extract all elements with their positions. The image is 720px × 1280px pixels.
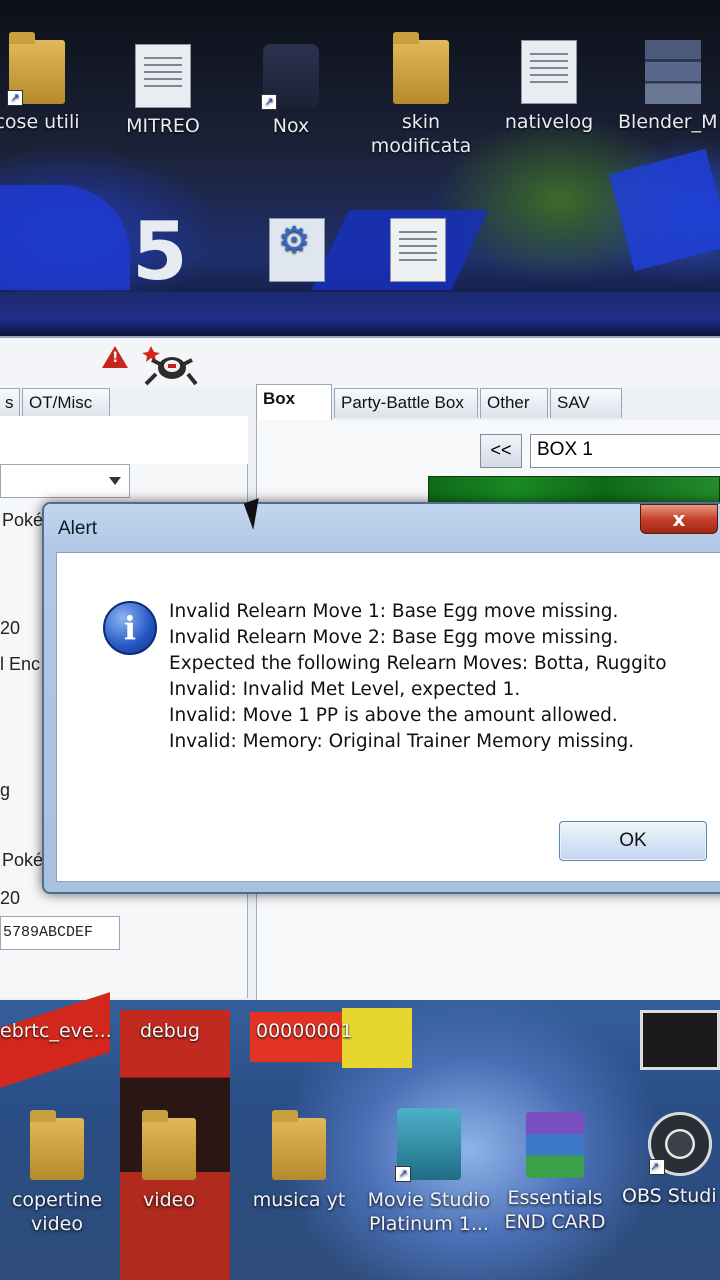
field-label-fragment: Poké xyxy=(2,510,44,530)
film-strip-icon: ↗ xyxy=(395,1108,461,1182)
photo-of-monitor: 5 ↗ cose utili MITREO ↗ Nox skin modific… xyxy=(0,0,720,1280)
desktop-icon-mitreo[interactable]: MITREO xyxy=(108,44,218,138)
document-icon xyxy=(521,40,577,104)
desktop-icon-skin-modificata[interactable]: skin modificata xyxy=(366,32,476,158)
folder-icon xyxy=(142,1110,196,1180)
folder-icon xyxy=(272,1110,326,1180)
app-header: ! xyxy=(0,338,720,388)
gear-icon xyxy=(269,218,325,282)
field-value-fragment: 20 xyxy=(0,618,21,638)
desktop-icon-label: OBS Studi xyxy=(622,1185,717,1207)
archive-stack-icon xyxy=(645,40,701,104)
desktop-file-label[interactable]: 00000001 xyxy=(256,1020,353,1042)
folder-icon: ↗ xyxy=(7,32,65,106)
desktop-icon-settings-file[interactable] xyxy=(262,218,332,288)
desktop-icon-label: cose utili xyxy=(0,111,80,133)
desktop-icon-label: video xyxy=(143,1189,195,1211)
folder-icon xyxy=(30,1110,84,1180)
message-line: Invalid: Invalid Met Level, expected 1. xyxy=(169,679,521,700)
chevron-down-icon xyxy=(109,477,121,485)
document-icon xyxy=(135,44,191,108)
folder-icon xyxy=(393,32,449,104)
dialog-body: i Invalid Relearn Move 1: Base Egg move … xyxy=(56,552,720,882)
window-title-strip xyxy=(0,292,720,336)
desktop-file-label[interactable]: debug xyxy=(140,1020,200,1042)
field-label-fragment: Poké xyxy=(2,850,44,870)
species-dropdown[interactable] xyxy=(0,464,130,498)
shortcut-arrow-icon: ↗ xyxy=(261,94,277,110)
dialog-title: Alert xyxy=(58,518,98,539)
desktop-icon-label: Movie Studio Platinum 1... xyxy=(367,1189,491,1235)
ok-button[interactable]: OK xyxy=(559,821,707,861)
wallpaper-number: 5 xyxy=(132,205,188,298)
desktop-icon-movie-studio[interactable]: ↗ Movie Studio Platinum 1... xyxy=(364,1108,494,1236)
desktop-file-label[interactable]: ebrtc_eve... xyxy=(0,1020,112,1042)
desktop-icon-label: Nox xyxy=(272,115,310,137)
warning-icon[interactable]: ! xyxy=(102,346,128,368)
hex-value-field[interactable]: 5789ABCDEF xyxy=(0,916,120,950)
field-label-fragment: l Enc xyxy=(0,654,41,674)
desktop-icon-obs-studio[interactable]: ↗ OBS Studi xyxy=(622,1112,720,1208)
close-button[interactable]: x xyxy=(640,504,718,534)
desktop-icon-cose-utili[interactable]: ↗ cose utili xyxy=(0,32,92,134)
obs-app-icon: ↗ xyxy=(648,1112,712,1176)
desktop-icon-video[interactable]: video xyxy=(104,1110,234,1212)
desktop-icon-label: Essentials END CARD xyxy=(504,1187,606,1233)
info-icon: i xyxy=(103,601,157,655)
wallpaper-shape xyxy=(640,1010,720,1070)
box-previous-button[interactable]: << xyxy=(480,434,522,468)
shortcut-arrow-icon: ↗ xyxy=(649,1159,665,1175)
desktop-icon-nativelog[interactable]: nativelog xyxy=(494,40,604,134)
shortcut-arrow-icon: ↗ xyxy=(395,1166,411,1182)
box-selector[interactable]: BOX 1 xyxy=(530,434,720,468)
desktop-icon-label: nativelog xyxy=(504,111,594,133)
tab-box[interactable]: Box xyxy=(256,384,332,420)
desktop-icon-musica-yt[interactable]: musica yt xyxy=(234,1110,364,1212)
message-line: Invalid: Memory: Original Trainer Memory… xyxy=(169,731,635,752)
archive-icon xyxy=(526,1112,584,1178)
tab-partial-s[interactable]: s xyxy=(0,388,20,418)
alert-dialog: Alert x i Invalid Relearn Move 1: Base E… xyxy=(42,502,720,894)
tab-other[interactable]: Other xyxy=(480,388,548,418)
tab-sav[interactable]: SAV xyxy=(550,388,622,418)
message-line: Invalid Relearn Move 1: Base Egg move mi… xyxy=(169,601,619,622)
desktop-icon-label: skin modificata xyxy=(370,111,472,157)
desktop-icon-label: copertine video xyxy=(11,1189,103,1235)
desktop-icon-blank-file[interactable] xyxy=(378,218,458,288)
shortcut-arrow-icon: ↗ xyxy=(7,90,23,106)
nox-app-icon: ↗ xyxy=(261,44,319,110)
document-icon xyxy=(390,218,446,282)
validation-messages: Invalid Relearn Move 1: Base Egg move mi… xyxy=(169,599,719,755)
desktop-icon-label: MITREO xyxy=(126,115,200,137)
field-label-fragment: g xyxy=(0,780,11,800)
message-line: Invalid: Move 1 PP is above the amount a… xyxy=(169,705,618,726)
desktop-icon-label: musica yt xyxy=(252,1189,346,1211)
message-line: Expected the following Relearn Moves: Bo… xyxy=(169,653,667,674)
desktop-icon-blender[interactable]: Blender_M xyxy=(618,40,720,134)
field-value-fragment: 20 xyxy=(0,888,21,908)
tab-ot-misc[interactable]: OT/Misc xyxy=(22,388,110,418)
desktop-icon-nox[interactable]: ↗ Nox xyxy=(236,44,346,138)
message-line: Invalid Relearn Move 2: Base Egg move mi… xyxy=(169,627,619,648)
pokemon-sprite-icon xyxy=(142,346,198,386)
editor-area xyxy=(0,416,248,464)
desktop-icon-label: Blender_M xyxy=(618,111,718,133)
desktop-icon-essentials-end-card[interactable]: Essentials END CARD xyxy=(490,1112,620,1234)
tab-party-battle-box[interactable]: Party-Battle Box xyxy=(334,388,478,418)
